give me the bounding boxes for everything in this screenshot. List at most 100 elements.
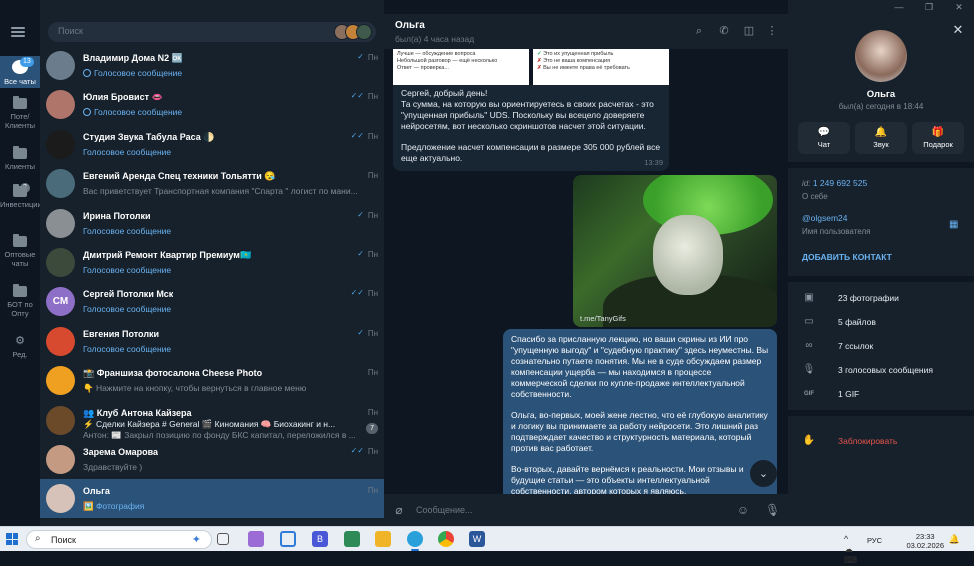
chat-row[interactable]: Владимир Дома N2 🆗 ✓ Пн Голосовое сообщение — [40, 46, 384, 85]
search-icon[interactable]: ⌕ — [693, 25, 705, 37]
search-input[interactable]: Поиск — [48, 22, 376, 42]
chat-name: Юлия Бровист 👄 — [83, 92, 163, 103]
media-item-label: 7 ссылок — [838, 341, 874, 351]
emoji-icon[interactable]: ☺ — [736, 503, 750, 517]
close-window-button[interactable]: ✕ — [944, 0, 974, 14]
chat-row[interactable]: Евгений Аренда Спец техники Тольятти 😪 Пн… — [40, 164, 384, 203]
photo-icon: ▣ — [804, 292, 814, 303]
close-icon[interactable]: ✕ — [952, 23, 964, 36]
profile-action-gift-button[interactable]: 🎁 Подарок — [912, 122, 964, 154]
microphone-icon[interactable]: 🎙 — [765, 503, 780, 517]
folder-all-chats[interactable]: 13 Все чаты — [0, 56, 40, 88]
clock[interactable]: 23:33 03.02.2026 — [906, 532, 944, 550]
chat-row[interactable]: Ольга Пн 🖼️ Фотография — [40, 479, 384, 519]
folder-clients[interactable]: Клиенты — [0, 146, 40, 171]
media-item-label: 1 GIF — [838, 389, 860, 399]
avatar — [46, 366, 75, 396]
folder-bot-opt[interactable]: БОТ по Опту — [0, 284, 40, 318]
snip-tool-icon[interactable] — [280, 531, 296, 547]
scroll-down-button[interactable]: ⌄ — [750, 460, 777, 487]
folder-label: БОТ по Опту — [7, 300, 33, 318]
gif-figure-face — [653, 215, 723, 295]
incoming-message[interactable]: Сергей, добрый день! Та сумма, на котору… — [393, 85, 669, 171]
screenshot-image[interactable]: ✓ Это их упущенная прибыль ✗ Это не ваша … — [533, 49, 669, 85]
chat-row[interactable]: Евгения Потолки ✓ Пн Голосовое сообщение — [40, 322, 384, 361]
avatar: СМ — [46, 287, 75, 317]
bell-icon: 🔔 — [874, 127, 888, 138]
screenshot-image[interactable]: Лучше — обсуждение вопроса Небольшой разг… — [393, 49, 529, 85]
conversation-title[interactable]: Ольга — [395, 20, 425, 31]
folder-investments[interactable]: 3 Инвестиции — [0, 183, 42, 209]
sidebar-toggle-icon[interactable]: ◫ — [743, 25, 755, 37]
folder-edit[interactable]: ⚙ Ред. — [0, 335, 40, 359]
profile-name: Ольга — [866, 89, 896, 100]
maximize-button[interactable]: ❐ — [914, 0, 944, 14]
chat-row[interactable]: Студия Звука Табула Раса 🌓 ✓✓ Пн Голосовое … — [40, 125, 384, 164]
message-paragraph: Сергей, добрый день! Та сумма, на котору… — [401, 88, 654, 131]
message-paragraph: Ольга, во-первых, моей жене лестно, что … — [511, 410, 768, 453]
chat-row[interactable]: Дмитрий Ремонт Квартир Премиум🇰🇿 ✓ Пн Голос… — [40, 243, 384, 282]
screenshot-text: Вы не имеете права её требовать — [543, 65, 630, 71]
avatar[interactable] — [855, 30, 907, 82]
chat-time: Пн — [367, 92, 378, 102]
profile-action-bell-button[interactable]: 🔔 Звук — [855, 122, 907, 154]
clock-date: 03.02.2026 — [906, 541, 944, 550]
profile-action-chat-button[interactable]: 💬 Чат — [798, 122, 850, 154]
screenshot-images[interactable]: Лучше — обсуждение вопроса Небольшой разг… — [393, 49, 669, 85]
chat-preview: Голосовое сообщение — [83, 344, 171, 354]
search-icon: ⌕ — [35, 533, 41, 544]
language-indicator[interactable]: РУС — [867, 536, 882, 545]
conversation-pane: Ольга был(а) 4 часа назад ⌕ ✆ ◫ ⋮ Лучше … — [384, 0, 788, 526]
chat-list: Поиск Владимир Дома N2 🆗 ✓ Пн Голосовое соо… — [40, 0, 384, 526]
voice-message-icon — [83, 69, 91, 77]
paperclip-icon[interactable]: ⌀ — [392, 503, 406, 517]
chat-name: Евгения Потолки — [83, 328, 160, 339]
app-b-icon[interactable]: B — [312, 531, 328, 547]
id-label: id: — [802, 179, 811, 188]
gif-caption[interactable]: t.me/TanyGifs — [580, 314, 626, 323]
file-explorer-icon[interactable] — [375, 531, 391, 547]
message-input[interactable]: Сообщение... — [416, 505, 472, 515]
chat-preview-text: 🖼️ Фотография — [83, 501, 145, 512]
windows-start-icon[interactable] — [6, 533, 18, 545]
minimize-button[interactable]: — — [884, 0, 914, 14]
stories-avatars[interactable] — [334, 24, 372, 40]
add-contact-button[interactable]: ДОБАВИТЬ КОНТАКТ — [802, 252, 892, 262]
notification-bell-icon[interactable]: 🔔 — [949, 534, 960, 545]
copilot-icon[interactable] — [248, 531, 264, 547]
chat-row[interactable]: Юлия Бровист 👄 ✓✓ Пн Голосовое сообщение — [40, 85, 384, 124]
chat-name: Ольга — [83, 486, 110, 497]
conversation-header[interactable]: Ольга был(а) 4 часа назад ⌕ ✆ ◫ ⋮ — [384, 14, 788, 49]
id-value[interactable]: 1 249 692 525 — [813, 178, 867, 188]
chat-preview-text: Голосовое сообщение — [94, 68, 183, 78]
chat-name: Владимир Дома N2 🆗 — [83, 53, 183, 63]
file-icon: ▭ — [804, 316, 814, 327]
chat-row[interactable]: 📸 Франшиза фотосалона Cheese Photo Пн 👇 На… — [40, 361, 384, 400]
chrome-icon[interactable] — [438, 531, 454, 547]
chat-preview-text: Здравствуйте ) — [83, 462, 143, 472]
folder-icon — [13, 184, 27, 197]
task-view-icon[interactable] — [217, 533, 229, 545]
more-options-icon[interactable]: ⋮ — [766, 25, 778, 37]
avatar — [46, 248, 75, 277]
chat-row[interactable]: Ирина Потолки ✓ Пн Голосовое сообщение — [40, 204, 384, 243]
folder-wholesale-chats[interactable]: Оптовые чаты — [0, 234, 40, 268]
profile-username[interactable]: @olgsem24 — [802, 213, 847, 223]
divider — [788, 162, 974, 168]
chat-row[interactable]: СМ Сергей Потолки Мск ✓✓ Пн Голосовое сообще… — [40, 282, 384, 321]
word-icon[interactable]: W — [469, 531, 485, 547]
chat-preview-text: ⚡ Сделки Кайзера # General 🎬 Киномания 🧠… — [83, 418, 336, 429]
menu-icon[interactable] — [11, 27, 25, 37]
read-ticks-icon: ✓✓ — [350, 288, 364, 298]
gif-message[interactable]: t.me/TanyGifs — [573, 175, 777, 327]
qr-code-icon[interactable]: ▦ — [949, 219, 960, 230]
folder-pote-clients[interactable]: Поте/Клиенты — [0, 96, 40, 130]
taskbar-search[interactable]: ⌕ Поиск ✦ — [26, 530, 212, 549]
phone-icon[interactable]: ✆ — [718, 25, 730, 37]
message-composer: ⌀ Сообщение... ☺ 🎙 — [384, 494, 788, 526]
telegram-icon[interactable] — [407, 531, 423, 547]
calculator-icon[interactable] — [344, 531, 360, 547]
tray-icons[interactable]: ^ ☁ ⌨ — [844, 534, 862, 566]
chat-row[interactable]: Зарема Омарова ✓✓ Пн Здравствуйте ) — [40, 440, 384, 479]
chat-row[interactable]: 👥 Клуб Антона Кайзера Пн ⚡ Сделки Кайзера … — [40, 401, 384, 440]
